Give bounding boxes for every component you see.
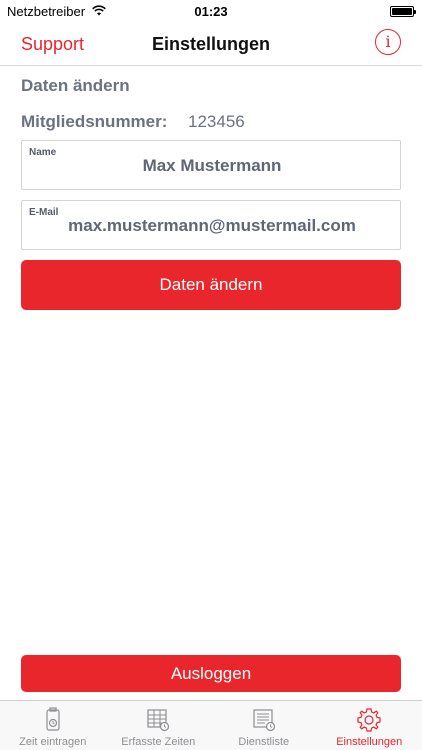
- status-time: 01:23: [194, 4, 228, 19]
- navigation-bar: Support Einstellungen i: [0, 22, 422, 66]
- timer-icon: [46, 707, 60, 731]
- email-field-value[interactable]: max.mustermann@mustermail.com: [22, 216, 402, 236]
- member-number-value: 123456: [188, 112, 245, 131]
- tab-label: Dienstliste: [238, 736, 290, 748]
- support-button[interactable]: Support: [21, 34, 84, 55]
- tab-dienstliste[interactable]: Dienstliste: [211, 701, 317, 750]
- tab-label: Einstellungen: [336, 736, 403, 748]
- list-clock-icon: [253, 709, 275, 732]
- tab-einstellungen[interactable]: Einstellungen: [317, 701, 422, 750]
- status-bar: Netzbetreiber 01:23: [0, 0, 422, 22]
- change-data-button[interactable]: Daten ändern: [21, 260, 401, 310]
- tab-zeit-eintragen[interactable]: Zeit eintragen: [0, 701, 106, 750]
- tab-label: Zeit eintragen: [19, 736, 87, 748]
- section-title: Daten ändern: [21, 76, 130, 95]
- email-field[interactable]: E-Mail max.mustermann@mustermail.com: [21, 200, 401, 250]
- tab-erfasste-zeiten[interactable]: Erfasste Zeiten: [106, 701, 212, 750]
- table-clock-icon: [147, 709, 170, 732]
- member-number-label: Mitgliedsnummer:: [21, 112, 168, 131]
- tab-bar: Zeit eintragen Erfasste Zeiten Dienstlis…: [0, 700, 422, 750]
- logout-button[interactable]: Ausloggen: [21, 655, 401, 692]
- name-field-value[interactable]: Max Mustermann: [22, 156, 402, 176]
- battery-icon: [390, 6, 416, 17]
- tab-label: Erfasste Zeiten: [121, 736, 196, 748]
- name-field[interactable]: Name Max Mustermann: [21, 140, 401, 190]
- info-icon[interactable]: i: [375, 29, 401, 55]
- gear-icon: [357, 708, 381, 732]
